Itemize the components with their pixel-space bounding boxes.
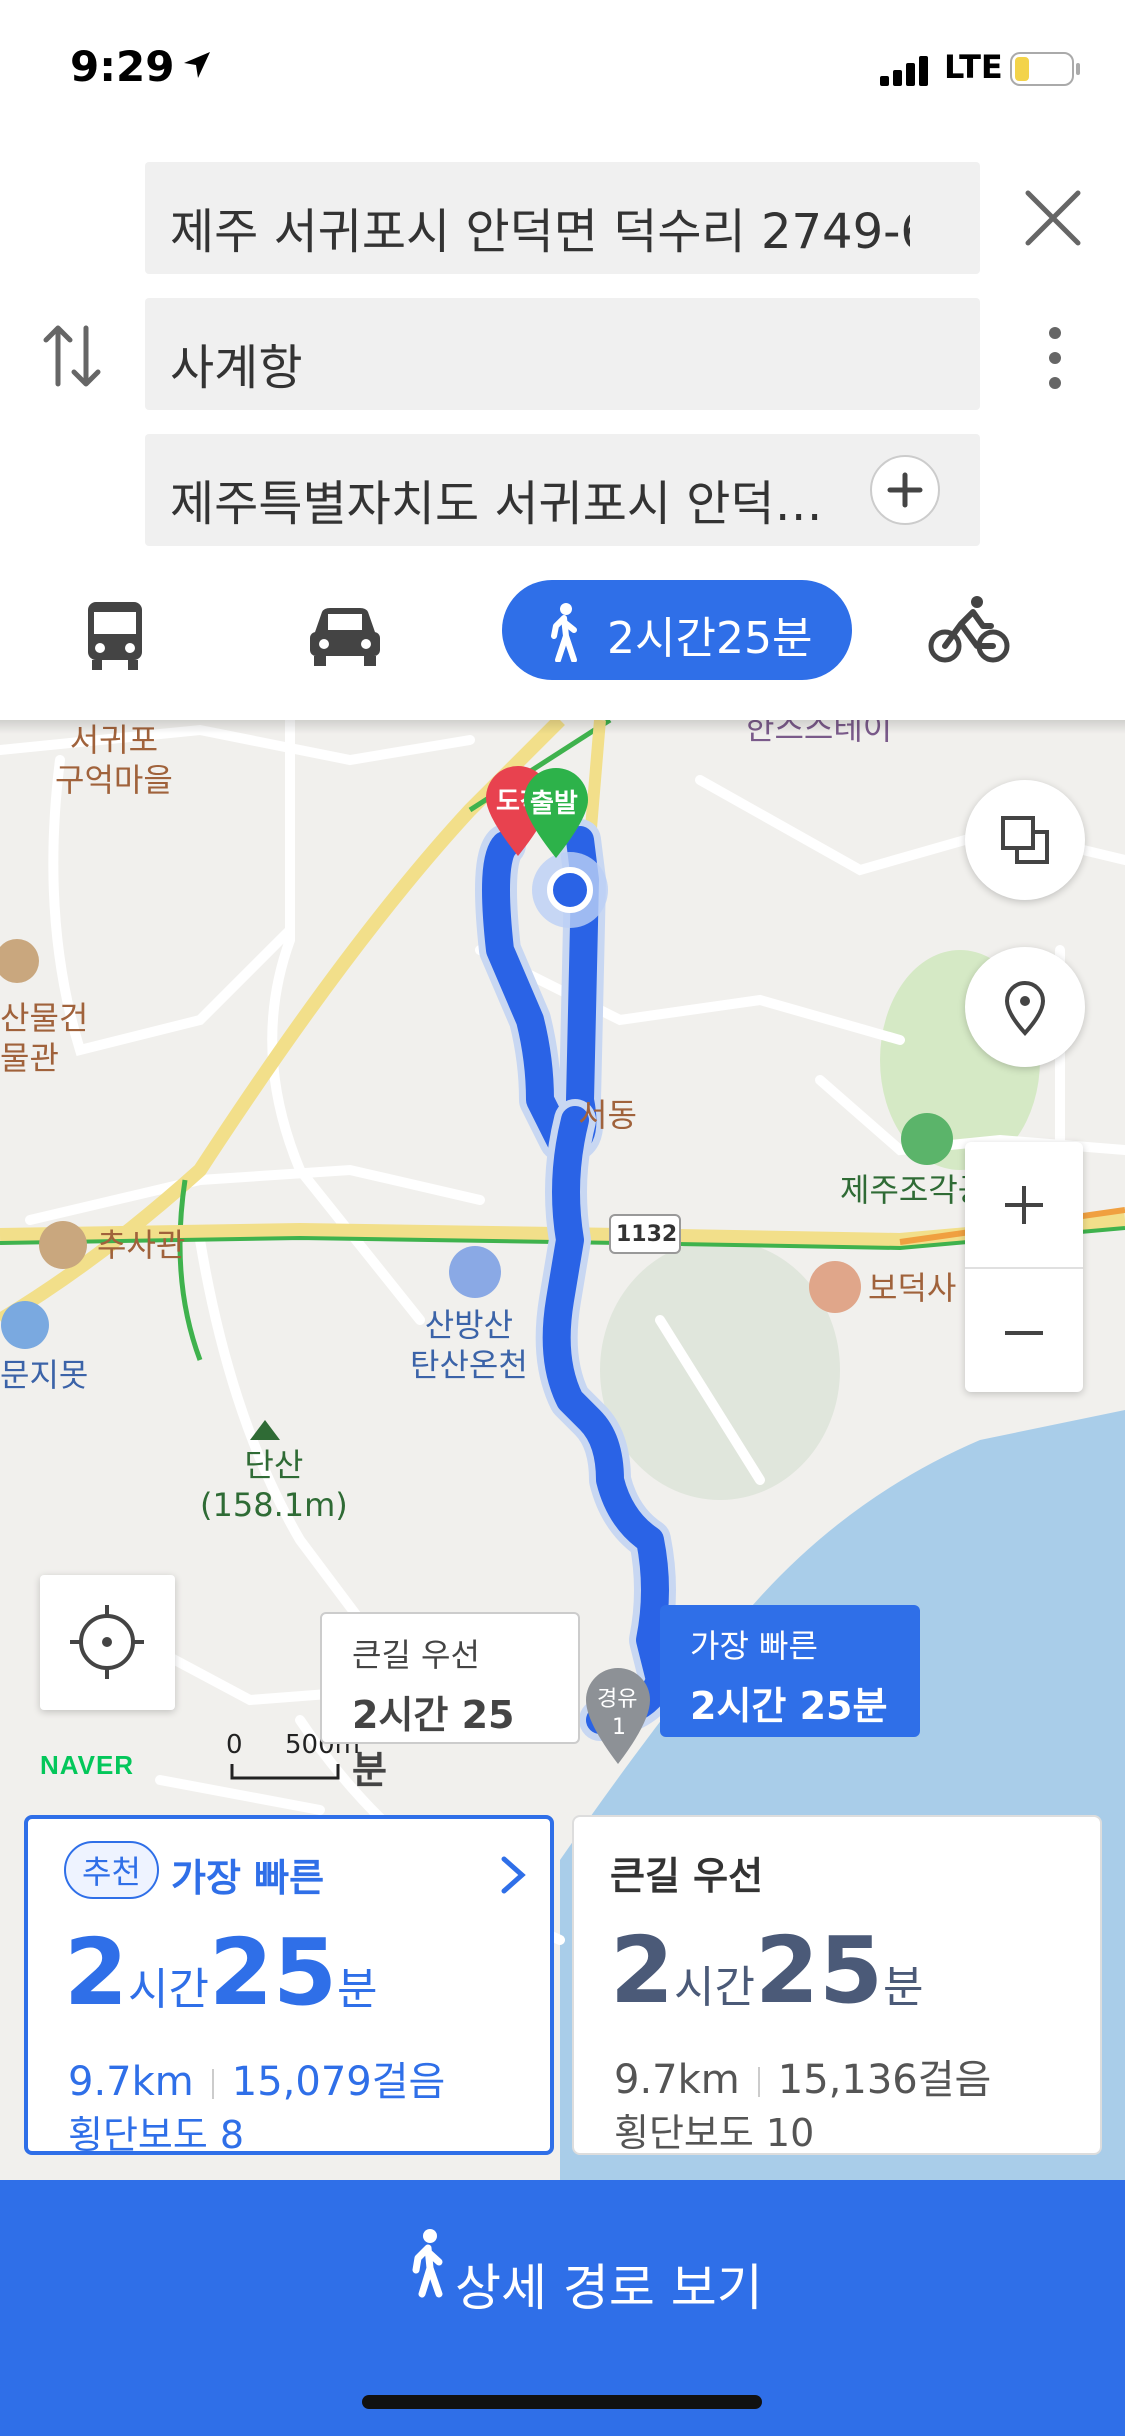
duration-hours: 2 <box>610 1917 675 2024</box>
duration-hours-unit: 시간 <box>128 1964 209 2015</box>
status-bar: 9:29 LTE <box>0 0 1125 140</box>
route-distance: 9.7km <box>68 2059 194 2105</box>
chevron-right-icon <box>501 1856 526 1894</box>
route-title: 큰길 우선 <box>610 1854 764 1898</box>
duration-hours: 2 <box>64 1919 129 2026</box>
route-stats: 9.7km 15,136걸음 <box>614 2047 991 2105</box>
bubble-fastest-title: 가장 빠른 <box>690 1627 818 1665</box>
stat-separator <box>757 2067 760 2097</box>
route-duration: 2시간25분 <box>64 1919 378 2026</box>
chusagwan-icon <box>39 1221 87 1269</box>
origin-text: 제주 서귀포시 안덕면 덕수리 2749-6 <box>170 204 910 260</box>
bubble-main-road-title: 큰길 우선 <box>352 1636 480 1674</box>
swap-icon[interactable] <box>40 320 106 392</box>
current-location-button[interactable] <box>40 1575 175 1710</box>
origin-field[interactable]: 제주 서귀포시 안덕면 덕수리 2749-6 <box>145 162 980 274</box>
poi-chusagwan: 추사관 <box>97 1226 186 1264</box>
route-bubble-fastest[interactable]: 가장 빠른 2시간 25분 <box>660 1605 920 1737</box>
route-duration: 2시간25분 <box>610 1917 924 2024</box>
add-waypoint-button[interactable] <box>870 455 940 525</box>
route-crosswalks: 횡단보도 10 <box>614 2111 815 2155</box>
battery-icon <box>1010 52 1080 86</box>
route-search-panel: 제주 서귀포시 안덕면 덕수리 2749-6 사계항 제주특별자치도 서귀포시 … <box>0 140 1125 720</box>
status-time: 9:29 <box>70 42 175 91</box>
network-label: LTE <box>944 48 1003 86</box>
destination-text: 제주특별자치도 서귀포시 안덕… <box>170 476 823 532</box>
zoom-in-icon[interactable] <box>965 1142 1083 1267</box>
road-number-1132: 1132 <box>616 1222 678 1247</box>
zoom-out-icon[interactable] <box>965 1271 1083 1396</box>
route-steps: 15,136걸음 <box>777 2057 992 2103</box>
duration-minutes-unit: 분 <box>883 1962 924 2013</box>
waypoint-text: 사계항 <box>170 340 303 396</box>
add-icon <box>887 472 923 508</box>
bike-mode-tab[interactable] <box>925 580 1015 680</box>
walk-icon <box>412 2229 443 2298</box>
route-card-main-road[interactable]: 큰길 우선 2시간25분 9.7km 15,136걸음 횡단보도 10 <box>572 1815 1102 2155</box>
bubble-fastest-time: 2시간 25분 <box>690 1684 888 1728</box>
route-distance: 9.7km <box>614 2057 740 2103</box>
pin-icon <box>1004 981 1046 1036</box>
home-indicator[interactable] <box>362 2395 762 2409</box>
route-card-fastest[interactable]: 추천 가장 빠른 2시간25분 9.7km 15,079걸음 횡단보도 8 <box>24 1815 554 2157</box>
poi-munjimot: 문지못 <box>0 1356 89 1394</box>
waypoint-marker-number: 1 <box>612 1715 626 1740</box>
museum-icon <box>0 939 39 983</box>
walk-icon <box>551 603 577 662</box>
duration-hours-unit: 시간 <box>674 1962 755 2013</box>
poi-bodeoksa: 보덕사 <box>868 1269 957 1307</box>
hotspring-icon <box>449 1246 501 1298</box>
car-mode-tab[interactable] <box>300 580 390 680</box>
duration-minutes: 25 <box>208 1919 338 2026</box>
lake-icon <box>1 1301 49 1349</box>
layers-icon <box>1001 816 1049 864</box>
close-icon[interactable] <box>1020 185 1086 251</box>
duration-minutes: 25 <box>754 1917 884 2024</box>
walk-duration: 2시간25분 <box>607 613 813 664</box>
bus-mode-tab[interactable] <box>70 580 160 680</box>
bubble-main-road-time: 2시간 25분 <box>352 1693 515 1792</box>
poi-sanbangsan: 산방산 탄산온천 <box>410 1306 528 1384</box>
zoom-controls <box>965 1142 1083 1392</box>
signal-icon <box>880 56 928 86</box>
naver-logo: NAVER <box>40 1750 135 1780</box>
route-crosswalks: 횡단보도 8 <box>68 2113 245 2157</box>
route-steps: 15,079걸음 <box>231 2059 446 2105</box>
destination-field[interactable]: 제주특별자치도 서귀포시 안덕… <box>145 434 980 546</box>
start-marker-label: 출발 <box>530 789 578 819</box>
location-arrow-icon <box>184 52 210 78</box>
place-marker-button[interactable] <box>965 947 1085 1067</box>
panel-shadow <box>0 720 1125 734</box>
recommended-badge: 추천 <box>64 1841 159 1899</box>
route-bubble-main-road[interactable]: 큰길 우선 2시간 25분 <box>320 1612 580 1792</box>
temple-icon <box>809 1261 861 1313</box>
waypoint-field[interactable]: 사계항 <box>145 298 980 410</box>
walk-mode-tab[interactable]: 2시간25분 <box>502 580 852 680</box>
scale-zero: 0 <box>226 1730 243 1760</box>
poi-museum: 산물건 물관 <box>0 999 89 1077</box>
crosshair-icon <box>70 1605 144 1679</box>
poi-seodong: 서동 <box>578 1096 637 1134</box>
layers-button[interactable] <box>965 780 1085 900</box>
more-icon[interactable] <box>1040 325 1070 391</box>
stat-separator <box>211 2069 214 2099</box>
scale-bar <box>230 1764 340 1780</box>
zoom-divider <box>965 1267 1083 1269</box>
route-stats: 9.7km 15,079걸음 <box>68 2049 445 2107</box>
route-details-label: 상세 경로 보기 <box>455 2259 763 2317</box>
duration-minutes-unit: 분 <box>337 1964 378 2015</box>
park-icon <box>901 1113 953 1165</box>
route-title: 가장 빠른 <box>171 1856 325 1900</box>
poi-dansan: 단산 (158.1m) <box>200 1446 348 1524</box>
